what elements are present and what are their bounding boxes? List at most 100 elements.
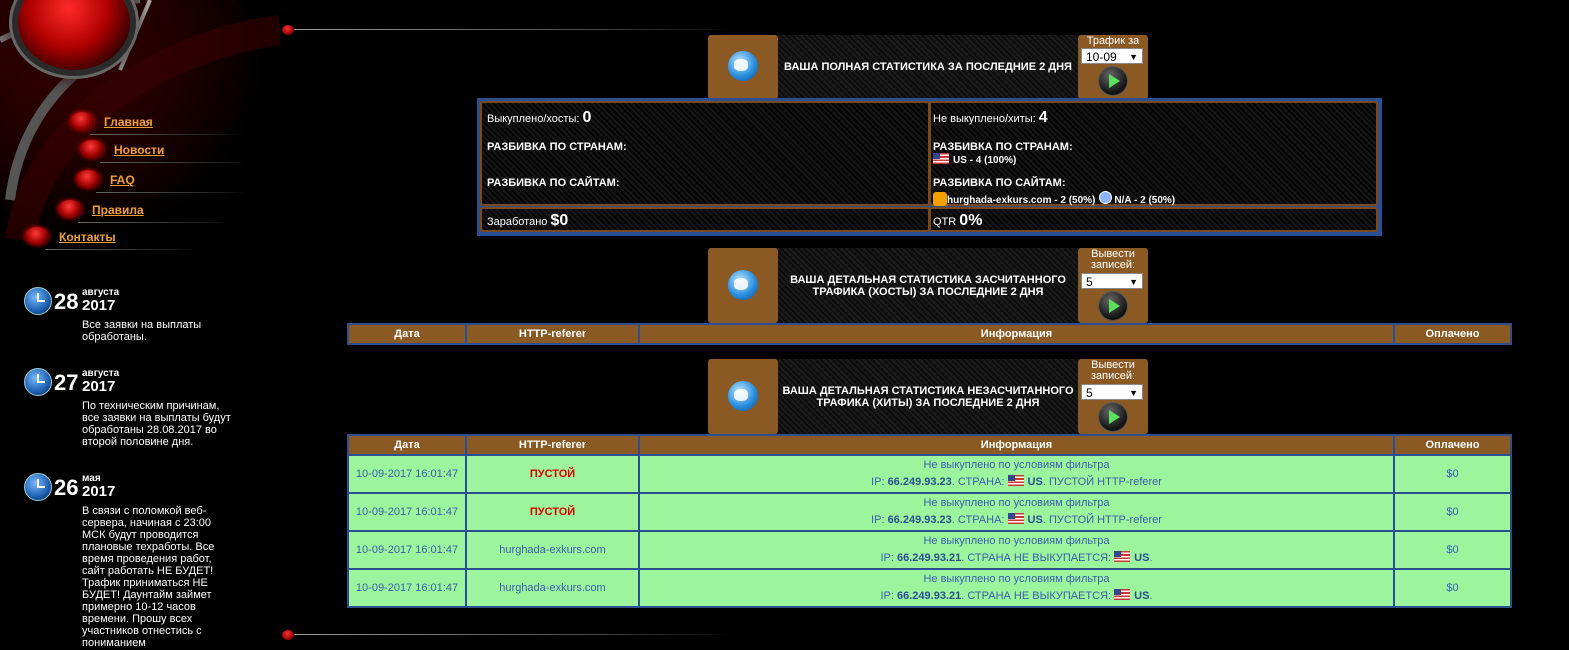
country-code: US [1027, 514, 1043, 526]
news-year: 2017 [82, 378, 116, 395]
news-day: 26 [54, 475, 79, 500]
clock-icon [24, 473, 52, 501]
info-tail: . ПУСТОЙ HTTP-referer [1042, 476, 1162, 488]
red-ball-icon [76, 170, 100, 188]
ip-label: IP: [880, 590, 894, 602]
sites-label: РАЗБИВКА ПО САЙТАМ: [487, 177, 620, 189]
us-flag-icon [1007, 475, 1024, 486]
cell-paid: $0 [1393, 568, 1512, 608]
news-year: 2017 [82, 483, 116, 500]
info-tail: . [1149, 590, 1153, 602]
nav-link-news[interactable]: Новости [114, 143, 164, 157]
clock-icon [24, 287, 52, 315]
us-flag-icon [933, 153, 949, 164]
info-line1: Не выкуплено по условиям фильтра [923, 459, 1110, 471]
country-label: . СТРАНА НЕ ВЫКУПАЕТСЯ: [961, 590, 1112, 602]
section-title-box: ВАША ДЕТАЛЬНАЯ СТАТИСТИКА ЗАСЧИТАННОГО Т… [778, 248, 1078, 323]
us-flag-icon [1007, 513, 1024, 524]
globe-icon [728, 381, 758, 411]
country-code: US [1134, 552, 1150, 564]
nav-divider [45, 249, 195, 250]
records-control: Вывести записей: 5 ▼ [1078, 248, 1148, 323]
site-2: N/A - 2 (50%) [1114, 195, 1176, 206]
nav-divider [96, 192, 246, 193]
cell-referer: ПУСТОЙ [465, 454, 640, 494]
ip-value: 66.249.93.21 [897, 590, 962, 602]
us-flag-icon [1114, 551, 1131, 562]
selected-date: 10-09 [1086, 50, 1117, 64]
news-day: 28 [54, 289, 79, 314]
ip-value: 66.249.93.21 [897, 552, 962, 564]
news-item: 27 августа 2017 По техническим причинам,… [24, 368, 239, 458]
cell-paid: $0 [1393, 492, 1512, 532]
hosts-section-header: ВАША ДЕТАЛЬНАЯ СТАТИСТИКА ЗАСЧИТАННОГО Т… [708, 248, 1148, 323]
news-text: По техническим причинам, все заявки на в… [82, 400, 231, 448]
news-day: 27 [54, 370, 79, 395]
records-count-select[interactable]: 5 ▼ [1081, 384, 1143, 400]
records-count-select[interactable]: 5 ▼ [1081, 273, 1143, 289]
cell-info: Не выкуплено по условиям фильтра IP: 66.… [638, 492, 1395, 532]
records-control: Вывести записей: 5 ▼ [1078, 359, 1148, 434]
header-decoration [0, 0, 290, 260]
earned-cell: Заработано $0 [480, 207, 930, 232]
table-row: 10-09-2017 16:01:47 ПУСТОЙ Не выкуплено … [347, 492, 1512, 532]
col-date: Дата [347, 323, 467, 345]
col-referer: HTTP-referer [465, 323, 640, 345]
bottom-divider [282, 630, 742, 640]
traffic-control: Трафик за 10-09 ▼ [1078, 35, 1148, 99]
ip-label: IP: [880, 552, 894, 564]
cell-paid: $0 [1393, 454, 1512, 494]
cell-referer: ПУСТОЙ [465, 492, 640, 532]
nav-link-home[interactable]: Главная [104, 115, 153, 129]
nav-link-faq[interactable]: FAQ [110, 173, 135, 187]
col-info: Информация [638, 434, 1395, 456]
traffic-date-select[interactable]: 10-09 ▼ [1081, 48, 1143, 64]
section-title: ВАША ДЕТАЛЬНАЯ СТАТИСТИКА ЗАСЧИТАННОГО Т… [790, 273, 1066, 298]
country-row: US - 4 (100%) [933, 153, 1016, 166]
selected-count: 5 [1086, 386, 1093, 400]
col-date: Дата [347, 434, 467, 456]
hits-cell: Не выкуплено/хиты: 4 РАЗБИВКА ПО СТРАНАМ… [929, 101, 1378, 206]
news-year: 2017 [82, 297, 116, 314]
cell-referer: hurghada-exkurs.com [465, 530, 640, 570]
nav-link-rules[interactable]: Правила [92, 203, 144, 217]
hosts-cell: Выкуплено/хосты: 0 РАЗБИВКА ПО СТРАНАМ: … [480, 101, 930, 206]
table-header-row: Дата HTTP-referer Информация Оплачено [347, 323, 1512, 345]
news-text: В связи с поломкой веб-сервера, начиная … [82, 505, 215, 649]
country-label: . СТРАНА: [951, 514, 1005, 526]
red-ball-icon [80, 140, 104, 158]
info-tail: . [1149, 552, 1153, 564]
go-button[interactable] [1099, 292, 1127, 320]
globe-icon [728, 270, 758, 300]
qtr-cell: QTR 0% [929, 207, 1378, 232]
site-1: hurghada-exkurs.com - 2 (50%) [947, 195, 1096, 206]
cell-info: Не выкуплено по условиям фильтра IP: 66.… [638, 530, 1395, 570]
ip-label: IP: [871, 514, 885, 526]
nav-link-contacts[interactable]: Контакты [59, 230, 116, 244]
cell-referer: hurghada-exkurs.com [465, 568, 640, 608]
go-button[interactable] [1099, 67, 1127, 95]
country-label: . СТРАНА НЕ ВЫКУПАЕТСЯ: [961, 552, 1112, 564]
section-title: ВАША ДЕТАЛЬНАЯ СТАТИСТИКА НЕЗАСЧИТАННОГО… [782, 384, 1074, 409]
info-line1: Не выкуплено по условиям фильтра [923, 573, 1110, 585]
nav-divider [78, 222, 228, 223]
go-button[interactable] [1099, 403, 1127, 431]
section-title-box: ВАША ДЕТАЛЬНАЯ СТАТИСТИКА НЕЗАСЧИТАННОГО… [778, 359, 1078, 434]
nav-divider [100, 162, 250, 163]
globe-box [708, 248, 778, 323]
not-bought-label: Не выкуплено/хиты: [933, 113, 1036, 125]
top-divider [282, 25, 742, 35]
qtr-label: QTR [933, 216, 957, 228]
ip-value: 66.249.93.23 [887, 514, 952, 526]
red-ball-icon [58, 200, 82, 218]
info-line1: Не выкуплено по условиям фильтра [923, 497, 1110, 509]
countries-label: РАЗБИВКА ПО СТРАНАМ: [487, 141, 627, 153]
cell-info: Не выкуплено по условиям фильтра IP: 66.… [638, 568, 1395, 608]
not-bought-value: 4 [1038, 109, 1048, 126]
referer-empty: ПУСТОЙ [529, 505, 576, 518]
col-paid: Оплачено [1393, 434, 1512, 456]
unknown-site-icon [1099, 191, 1113, 204]
table-row: 10-09-2017 16:01:47 hurghada-exkurs.com … [347, 530, 1512, 570]
globe-icon [728, 51, 758, 81]
col-paid: Оплачено [1393, 323, 1512, 345]
